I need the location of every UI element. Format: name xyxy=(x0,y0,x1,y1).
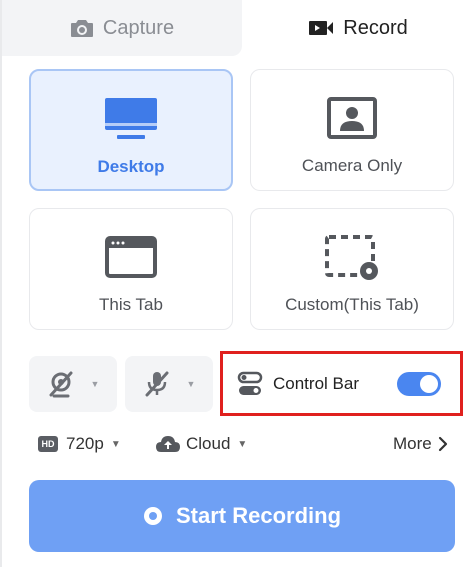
left-edge-divider xyxy=(0,0,2,567)
custom-region-icon xyxy=(324,233,380,281)
cloud-upload-icon xyxy=(155,434,181,454)
start-recording-button[interactable]: Start Recording xyxy=(29,480,455,552)
mode-this-tab-label: This Tab xyxy=(99,295,163,314)
chevron-down-icon: ▼ xyxy=(237,438,248,450)
chevron-down-icon: ▼ xyxy=(110,438,121,450)
tab-capture[interactable]: Capture xyxy=(2,0,242,56)
camera-icon xyxy=(70,18,94,38)
camera-person-icon xyxy=(326,94,378,142)
mode-desktop-label: Desktop xyxy=(97,157,165,176)
microphone-off-icon xyxy=(143,370,171,398)
chevron-down-icon: ▼ xyxy=(90,379,100,389)
tab-record-label: Record xyxy=(343,16,408,39)
toggles-icon xyxy=(237,371,263,397)
mode-custom-card[interactable]: Custom(This Tab) xyxy=(250,208,454,330)
camera-off-icon xyxy=(47,370,75,398)
control-bar-toggle[interactable] xyxy=(397,372,441,396)
storage-dropdown[interactable]: Cloud ▼ xyxy=(155,432,247,456)
browser-window-icon xyxy=(104,233,158,281)
start-recording-label: Start Recording xyxy=(175,503,342,528)
resolution-value: 720p xyxy=(66,434,104,453)
mode-this-tab-card[interactable]: This Tab xyxy=(29,208,233,330)
more-options-link[interactable]: More xyxy=(393,432,448,456)
control-bar-setting: Control Bar xyxy=(220,351,463,416)
resolution-dropdown[interactable]: HD 720p ▼ xyxy=(38,432,121,456)
mode-desktop-card[interactable]: Desktop xyxy=(29,69,233,191)
mode-camera-only-label: Camera Only xyxy=(301,156,403,175)
record-icon xyxy=(143,506,163,526)
tab-capture-label: Capture xyxy=(102,16,175,39)
chevron-right-icon xyxy=(438,436,448,452)
hd-badge: HD xyxy=(38,436,58,452)
mode-camera-only-card[interactable]: Camera Only xyxy=(250,69,454,191)
mode-custom-label: Custom(This Tab) xyxy=(285,295,419,314)
microphone-toggle-button[interactable]: ▼ xyxy=(125,356,213,412)
monitor-icon xyxy=(104,95,158,143)
tab-record[interactable]: Record xyxy=(242,0,474,56)
toggle-knob xyxy=(420,375,438,393)
chevron-down-icon: ▼ xyxy=(186,379,196,389)
control-bar-label: Control Bar xyxy=(273,373,359,393)
video-camera-icon xyxy=(308,19,334,37)
camera-toggle-button[interactable]: ▼ xyxy=(29,356,117,412)
more-label: More xyxy=(393,434,432,453)
storage-value: Cloud xyxy=(186,434,231,453)
